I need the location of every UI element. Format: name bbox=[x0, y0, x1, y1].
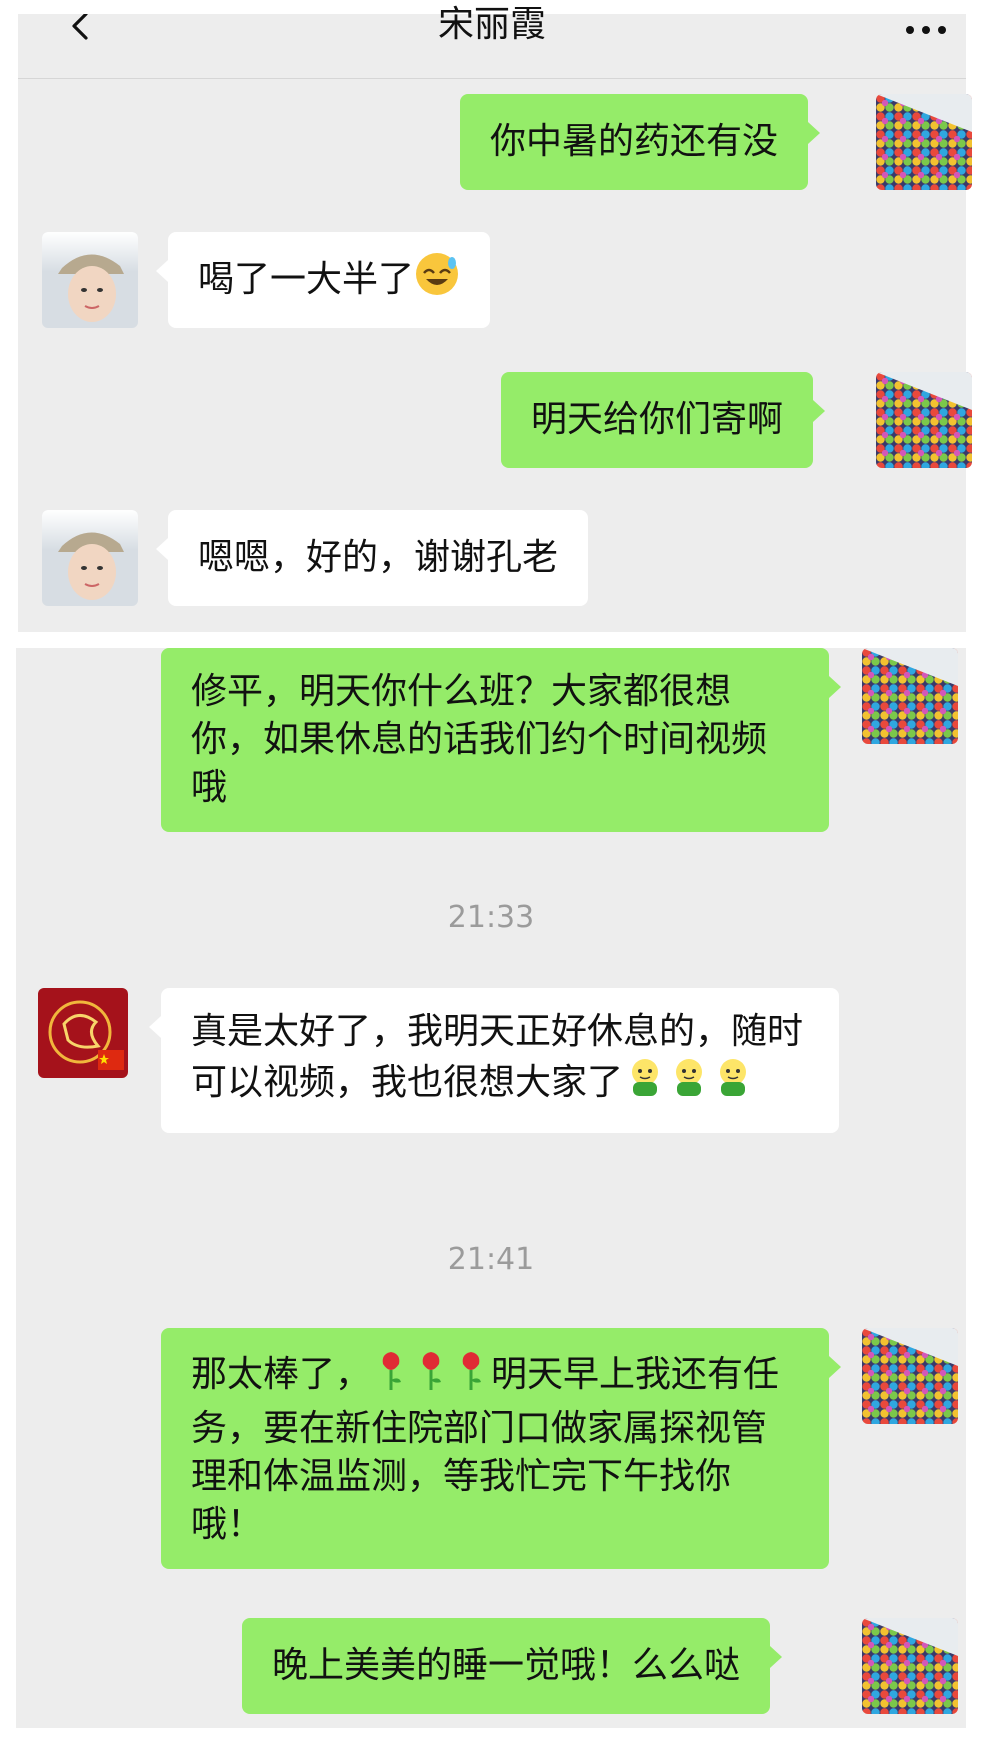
timestamp: 21:33 bbox=[447, 900, 535, 935]
green-smiley-icon bbox=[667, 1056, 711, 1113]
message-text: 你中暑的药还有没 bbox=[490, 121, 779, 162]
message-bubble-incoming[interactable]: 嗯嗯，好的，谢谢孔老 bbox=[155, 510, 589, 606]
green-smiley-icon bbox=[623, 1056, 667, 1113]
message-text: 嗯嗯，好的，谢谢孔老 bbox=[198, 537, 559, 578]
message-bubble-outgoing[interactable]: 修平，明天你什么班？大家都很想你，如果休息的话我们约个时间视频哦 bbox=[161, 648, 841, 832]
message-text: 那太棒了， bbox=[191, 1354, 372, 1395]
message-bubble-incoming[interactable]: 喝了一大半了 bbox=[155, 232, 491, 328]
message-bubble-outgoing[interactable]: 你中暑的药还有没 bbox=[460, 94, 821, 190]
grinning-sweat-icon bbox=[414, 238, 460, 334]
chat-screen-top: 宋丽霞 你中暑的药还有没 喝了一大半了 明天给你们寄啊 嗯嗯，好的，谢谢孔老 bbox=[18, 4, 972, 632]
my-avatar[interactable] bbox=[876, 372, 972, 468]
message-text: 修平，明天你什么班？大家都很想你，如果休息的话我们约个时间视频哦 bbox=[191, 671, 768, 808]
my-avatar[interactable] bbox=[862, 648, 958, 744]
chat-navbar: 宋丽霞 bbox=[18, 4, 966, 79]
timestamp: 21:41 bbox=[447, 1242, 535, 1277]
message-text: 喝了一大半了 bbox=[198, 259, 415, 300]
rose-icon bbox=[371, 1348, 411, 1405]
contact-avatar[interactable] bbox=[42, 232, 138, 328]
message-text: 晚上美美的睡一觉哦！么么哒 bbox=[272, 1645, 741, 1686]
contact-avatar[interactable] bbox=[42, 510, 138, 606]
green-smiley-icon bbox=[711, 1056, 755, 1113]
rose-icon bbox=[451, 1348, 491, 1405]
message-bubble-outgoing[interactable]: 明天给你们寄啊 bbox=[501, 372, 826, 468]
my-avatar[interactable] bbox=[876, 94, 972, 190]
message-bubble-outgoing[interactable]: 那太棒了， 明天早上我还有任务，要在新住院部门口做家属探视管理和体温监测，等我忙完… bbox=[161, 1328, 841, 1569]
chat-title: 宋丽霞 bbox=[437, 4, 546, 45]
message-bubble-outgoing[interactable]: 晚上美美的睡一觉哦！么么哒 bbox=[242, 1618, 783, 1714]
ellipsis-icon[interactable] bbox=[902, 20, 950, 40]
contact-avatar-alt[interactable] bbox=[38, 988, 128, 1078]
rose-icon bbox=[411, 1348, 451, 1405]
message-text: 明天给你们寄啊 bbox=[531, 399, 784, 440]
my-avatar[interactable] bbox=[862, 1328, 958, 1424]
chat-screen-bottom: 修平，明天你什么班？大家都很想你，如果休息的话我们约个时间视频哦 21:33 真… bbox=[16, 648, 966, 1728]
my-avatar[interactable] bbox=[862, 1618, 958, 1714]
message-bubble-incoming[interactable]: 真是太好了，我明天正好休息的，随时可以视频，我也很想大家了 bbox=[149, 988, 839, 1133]
